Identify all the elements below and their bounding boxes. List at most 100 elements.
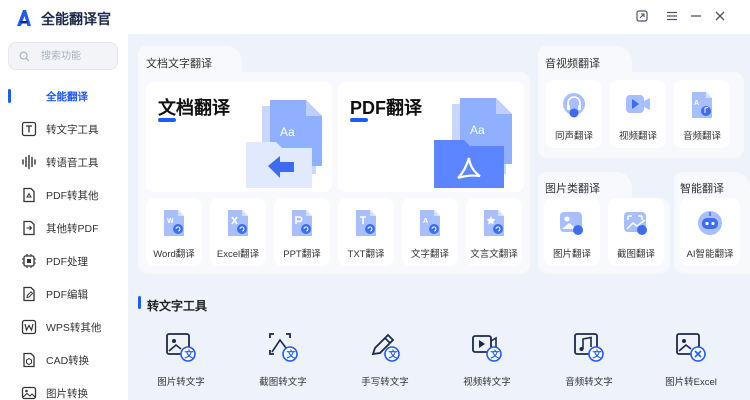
headset-icon bbox=[563, 93, 585, 118]
pdf-translate-card[interactable]: PDF翻译 Aa bbox=[338, 82, 524, 192]
classical-chinese-translate-card[interactable]: 文言文翻译 bbox=[466, 198, 522, 266]
card-label: TXT翻译 bbox=[347, 249, 385, 260]
sidebar-item-label: PDF编辑 bbox=[46, 289, 88, 301]
card-label: PPT翻译 bbox=[283, 249, 321, 260]
tool-label: 图片转文字 bbox=[157, 377, 205, 388]
audio-file-icon: A bbox=[692, 92, 712, 118]
excel-file-icon bbox=[228, 210, 248, 236]
sidebar-item-other-to-pdf[interactable]: 其他转PDF bbox=[0, 212, 128, 244]
sidebar-item-to-speech[interactable]: 转语音工具 bbox=[0, 146, 128, 178]
title-underline bbox=[158, 118, 176, 122]
word-file-icon: W bbox=[164, 210, 184, 236]
sidebar-item-label: CAD转换 bbox=[46, 355, 90, 367]
section-title: 转文字工具 bbox=[147, 299, 208, 313]
waveform-icon bbox=[22, 154, 36, 170]
card-label: 同声翻译 bbox=[554, 131, 593, 142]
sidebar-item-to-text[interactable]: 转文字工具 bbox=[0, 113, 128, 145]
audio-translate-card[interactable]: A 音频翻译 bbox=[674, 80, 730, 148]
svg-text:W: W bbox=[167, 218, 174, 225]
sidebar-item-pdf-to-other[interactable]: PDF转其他 bbox=[0, 179, 128, 211]
image-icon bbox=[21, 386, 37, 400]
video-translate-card[interactable]: 视频翻译 bbox=[610, 80, 666, 148]
close-icon[interactable] bbox=[712, 9, 728, 25]
text-tool-icon bbox=[21, 121, 37, 137]
tool-label: 音频转文字 bbox=[565, 377, 613, 388]
word-translate-card[interactable]: W Word翻译 bbox=[146, 198, 202, 266]
text-translate-card[interactable]: A 文字翻译 bbox=[402, 198, 458, 266]
app-logo-icon bbox=[17, 10, 31, 26]
ai-robot-icon bbox=[698, 211, 722, 235]
image-to-excel-tool[interactable]: 图片转Excel bbox=[646, 326, 736, 396]
compact-mode-icon[interactable] bbox=[634, 9, 650, 25]
video-to-text-icon: 文 bbox=[472, 335, 502, 362]
wps-icon bbox=[21, 319, 37, 335]
section-title: 文档文字翻译 bbox=[146, 58, 212, 70]
chip-icon bbox=[22, 254, 36, 268]
image-translate-card[interactable]: 图片翻译 bbox=[544, 198, 600, 266]
ai-translate-card[interactable]: AI智能翻译 bbox=[680, 198, 740, 266]
pdf-file-icon bbox=[23, 187, 35, 203]
sidebar-item-label: WPS转其他 bbox=[46, 322, 102, 334]
card-label: 文言文翻译 bbox=[470, 249, 518, 260]
pdf-illustration-icon: Aa bbox=[434, 98, 512, 188]
svg-text:文: 文 bbox=[388, 349, 399, 361]
svg-text:文: 文 bbox=[490, 349, 501, 361]
sidebar-item-pdf-process[interactable]: PDF处理 bbox=[0, 245, 128, 277]
section-title: 音视频翻译 bbox=[545, 58, 600, 70]
sidebar-item-all-translate[interactable]: 全能翻译 bbox=[0, 80, 128, 112]
classical-text-icon bbox=[484, 210, 504, 236]
tool-label: 图片转Excel bbox=[665, 377, 717, 388]
handwriting-to-text-tool[interactable]: 文 手写转文字 bbox=[340, 326, 430, 396]
handwriting-icon: 文 bbox=[371, 333, 400, 362]
sidebar-item-label: PDF转其他 bbox=[46, 190, 99, 202]
card-title: 文档翻译 bbox=[158, 98, 230, 118]
app-title: 全能翻译官 bbox=[41, 11, 111, 27]
ppt-translate-card[interactable]: PPT翻译 bbox=[274, 198, 330, 266]
card-label: 图片翻译 bbox=[552, 249, 591, 260]
image-to-excel-icon bbox=[676, 333, 706, 362]
doc-translate-card[interactable]: 文档翻译 Aa bbox=[146, 82, 332, 192]
video-to-text-tool[interactable]: 文 视频转文字 bbox=[442, 326, 532, 396]
card-label: 音频翻译 bbox=[682, 131, 721, 142]
sidebar-item-pdf-edit[interactable]: PDF编辑 bbox=[0, 278, 128, 310]
svg-text:Aa: Aa bbox=[280, 125, 295, 139]
screenshot-to-text-tool[interactable]: 文 截图转文字 bbox=[238, 326, 328, 396]
svg-text:文: 文 bbox=[286, 349, 297, 361]
card-label: Word翻译 bbox=[153, 249, 195, 260]
sidebar-item-label: 图片转换 bbox=[46, 388, 88, 400]
sidebar-item-label: 转文字工具 bbox=[46, 124, 99, 136]
simultaneous-translate-card[interactable]: 同声翻译 bbox=[546, 80, 602, 148]
search-icon bbox=[19, 51, 30, 62]
sidebar-item-icon bbox=[21, 88, 37, 104]
cad-icon bbox=[23, 352, 35, 368]
screenshot-translate-card[interactable]: 截图翻译 bbox=[608, 198, 664, 266]
sidebar: 全能翻译 转文字工具 转语音工具 PDF转其他 其他转PDF PDF处理 PDF… bbox=[0, 34, 128, 400]
card-label: 视频翻译 bbox=[618, 131, 657, 142]
svg-text:A: A bbox=[694, 100, 699, 107]
sidebar-item-cad-convert[interactable]: CAD转换 bbox=[0, 344, 128, 376]
section-title: 图片类翻译 bbox=[545, 183, 600, 195]
image-translate-icon bbox=[560, 212, 583, 235]
sidebar-item-label: PDF处理 bbox=[46, 256, 88, 268]
card-label: Excel翻译 bbox=[216, 249, 260, 260]
card-title: PDF翻译 bbox=[350, 98, 422, 118]
title-underline bbox=[350, 118, 368, 122]
sidebar-item-image-convert[interactable]: 图片转换 bbox=[0, 377, 128, 400]
screenshot-to-text-icon: 文 bbox=[269, 333, 298, 362]
section-accent bbox=[138, 296, 141, 309]
tool-label: 截图转文字 bbox=[259, 377, 307, 388]
card-label: 截图翻译 bbox=[616, 249, 655, 260]
minimize-icon[interactable] bbox=[688, 9, 704, 25]
audio-to-text-tool[interactable]: 文 音频转文字 bbox=[544, 326, 634, 396]
card-label: AI智能翻译 bbox=[686, 249, 734, 260]
txt-translate-card[interactable]: TXT翻译 bbox=[338, 198, 394, 266]
text-file-icon: A bbox=[420, 210, 440, 236]
sidebar-item-label: 转语音工具 bbox=[46, 157, 99, 169]
card-label: 文字翻译 bbox=[410, 249, 449, 260]
svg-text:文: 文 bbox=[592, 349, 603, 361]
menu-icon[interactable] bbox=[664, 9, 680, 25]
excel-translate-card[interactable]: Excel翻译 bbox=[210, 198, 266, 266]
video-icon bbox=[626, 95, 650, 113]
sidebar-item-wps-to-other[interactable]: WPS转其他 bbox=[0, 311, 128, 343]
image-to-text-tool[interactable]: 文 图片转文字 bbox=[136, 326, 226, 396]
